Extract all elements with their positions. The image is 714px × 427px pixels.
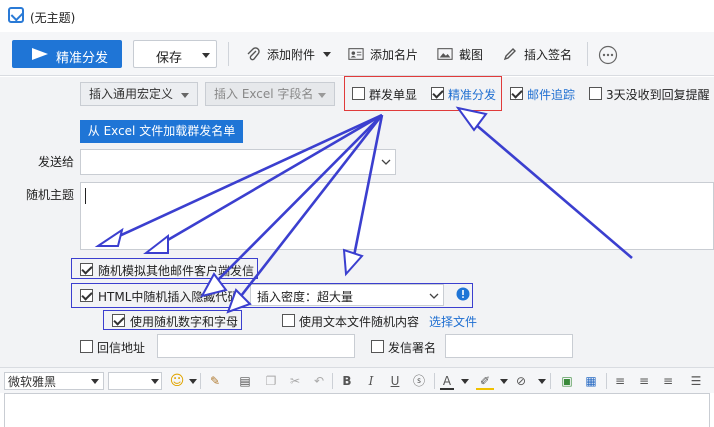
toolbar-divider [434,373,435,389]
list-icon[interactable]: ☰ [688,372,704,390]
cut-icon[interactable]: ✂ [286,372,304,390]
annotation-arrows [94,106,633,314]
insert-image-icon[interactable]: ▣ [558,372,576,390]
format-painter-icon[interactable]: ✎ [206,372,224,390]
chevron-down-icon [189,379,197,384]
email-body-editor[interactable] [4,393,710,427]
insert-table-icon[interactable]: ▦ [582,372,600,390]
copy-icon[interactable]: ❐ [262,372,280,390]
highlight-color-icon[interactable]: ✐ [476,372,494,390]
chevron-down-icon [538,379,546,384]
toolbar-divider [606,373,607,389]
italic-button[interactable]: I [364,372,378,390]
paste-icon[interactable]: ▤ [236,372,254,390]
chevron-down-icon [91,379,99,384]
toolbar-divider [200,373,201,389]
align-right-icon[interactable]: ≡ [660,372,676,390]
strikethrough-icon[interactable]: ⓢ [410,372,428,390]
toolbar-divider [332,373,333,389]
link-icon[interactable]: ⊘ [512,372,530,390]
align-left-icon[interactable]: ≡ [612,372,628,390]
chevron-down-icon [151,379,159,384]
emoji-icon[interactable]: ☺ [168,372,186,390]
font-color-button[interactable]: A [440,372,454,390]
font-size-select[interactable] [108,372,162,390]
font-family-value: 微软雅黑 [8,375,57,389]
underline-button[interactable]: U [388,372,402,390]
chevron-down-icon [500,379,508,384]
font-family-select[interactable]: 微软雅黑 [4,372,104,390]
undo-icon[interactable]: ↶ [310,372,328,390]
chevron-down-icon [461,379,469,384]
align-center-icon[interactable]: ≡ [636,372,652,390]
editor-toolbar: 微软雅黑 ☺ ✎ ▤ ❐ ✂ ↶ B I U ⓢ A ✐ ⊘ ▣ ▦ ≡ ≡ ≡… [0,367,714,393]
bold-button[interactable]: B [340,372,354,390]
toolbar-divider [550,373,551,389]
